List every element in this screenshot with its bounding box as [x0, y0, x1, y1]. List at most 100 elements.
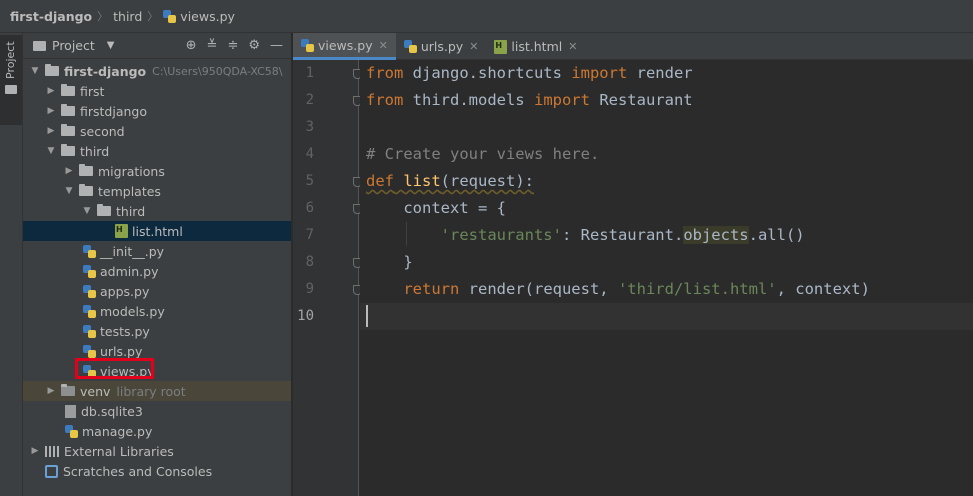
close-icon[interactable]: ✕ — [379, 39, 388, 52]
expanded-arrow-icon[interactable]: ▼ — [81, 206, 93, 216]
python-file-icon — [83, 304, 96, 318]
line-number: 7 — [305, 227, 314, 243]
folder-icon — [5, 85, 17, 94]
python-file-icon — [83, 324, 96, 338]
collapsed-arrow-icon[interactable]: ▶ — [45, 386, 57, 396]
tree-item-firstdjango[interactable]: ▶ firstdjango — [23, 101, 291, 121]
gear-icon[interactable]: ⚙ — [248, 38, 260, 53]
highlighted-identifier: objects — [683, 226, 749, 244]
tree-label: __init__.py — [100, 243, 165, 259]
tree-item-second[interactable]: ▶ second — [23, 121, 291, 141]
expanded-arrow-icon[interactable]: ▼ — [29, 66, 41, 76]
tree-item-list-html[interactable]: list.html — [23, 221, 291, 241]
tree-label: tests.py — [100, 323, 150, 339]
chevron-right-icon: 〉 — [97, 10, 109, 23]
tree-item-first-django[interactable]: ▼ first-django C:\Users\950QDA-XC58\ — [23, 61, 291, 81]
tree-label: templates — [98, 183, 161, 199]
close-icon[interactable]: ✕ — [568, 40, 577, 53]
line-number: 3 — [305, 119, 314, 135]
python-file-icon — [65, 424, 78, 438]
line-number: 10 — [297, 308, 314, 324]
tree-label: manage.py — [82, 423, 153, 439]
tree-item-third[interactable]: ▼ third — [23, 141, 291, 161]
project-tool-tab[interactable]: Project — [0, 35, 22, 125]
line-number: 4 — [305, 146, 314, 162]
tree-item-tests-py[interactable]: tests.py — [23, 321, 291, 341]
breadcrumb-file[interactable]: views.py — [180, 9, 235, 24]
tree-item-views-py[interactable]: views.py — [23, 361, 291, 381]
code-text: (request): — [440, 172, 534, 190]
folder-icon — [61, 124, 75, 136]
project-view-title[interactable]: Project — [52, 38, 95, 53]
tree-label: Scratches and Consoles — [63, 463, 213, 479]
tree-item-apps-py[interactable]: apps.py — [23, 281, 291, 301]
code-line-4: # Create your views here. — [366, 141, 599, 168]
folder-icon — [61, 384, 75, 396]
code-line-5: def list(request): — [366, 168, 534, 195]
python-file-icon — [301, 38, 314, 52]
tree-item-templates-third[interactable]: ▼ third — [23, 201, 291, 221]
code-text: Restaurant — [589, 91, 693, 109]
tree-item-venv[interactable]: ▶ venv library root — [23, 381, 291, 401]
collapsed-arrow-icon[interactable]: ▶ — [45, 106, 57, 116]
function-name: list — [403, 172, 441, 190]
folder-icon — [79, 184, 93, 196]
expand-all-icon[interactable]: ≚ — [207, 38, 218, 53]
tree-item-scratches[interactable]: Scratches and Consoles — [23, 461, 291, 481]
code-line-6: context = { — [366, 195, 506, 222]
breadcrumb-project[interactable]: first-django — [10, 9, 92, 24]
python-file-icon — [83, 344, 96, 358]
tree-item-admin-py[interactable]: admin.py — [23, 261, 291, 281]
chevron-down-icon[interactable]: ▼ — [107, 40, 115, 51]
breadcrumb-folder[interactable]: third — [113, 9, 142, 24]
tab-list-html[interactable]: list.html ✕ — [486, 33, 585, 60]
folder-icon — [61, 84, 75, 96]
tree-item-db[interactable]: db.sqlite3 — [23, 401, 291, 421]
html-file-icon — [115, 224, 128, 238]
code-line-8: } — [366, 249, 412, 276]
scratches-icon — [45, 464, 58, 478]
tree-label: third — [116, 203, 146, 219]
tab-views-py[interactable]: views.py ✕ — [293, 33, 396, 60]
tree-item-urls-py[interactable]: urls.py — [23, 341, 291, 361]
tree-item-models-py[interactable]: models.py — [23, 301, 291, 321]
tab-urls-py[interactable]: urls.py ✕ — [396, 33, 487, 60]
expanded-arrow-icon[interactable]: ▼ — [45, 146, 57, 156]
editor-tabs: views.py ✕ urls.py ✕ list.html ✕ — [293, 33, 973, 60]
project-panel: Project ▼ ⊕ ≚ ≑ ⚙ — ▼ first-django C:\Us… — [23, 33, 292, 496]
keyword: import — [533, 91, 590, 109]
tree-item-first[interactable]: ▶ first — [23, 81, 291, 101]
line-number-gutter[interactable]: 1 2 3 4 5 6 7 8 9 10 — [293, 60, 362, 496]
collapse-all-icon[interactable]: ≑ — [227, 38, 238, 53]
tree-label: first — [80, 83, 105, 99]
tree-label: External Libraries — [64, 443, 174, 459]
collapsed-arrow-icon[interactable]: ▶ — [45, 126, 57, 136]
tree-item-migrations[interactable]: ▶ migrations — [23, 161, 291, 181]
locate-icon[interactable]: ⊕ — [186, 38, 197, 53]
project-panel-header: Project ▼ ⊕ ≚ ≑ ⚙ — — [23, 33, 291, 59]
libraries-icon — [45, 445, 59, 457]
tree-item-templates[interactable]: ▼ templates — [23, 181, 291, 201]
code-text: django.shortcuts — [403, 64, 572, 82]
code-text: render(request, — [459, 280, 618, 298]
collapsed-arrow-icon[interactable]: ▶ — [63, 166, 75, 176]
expanded-arrow-icon[interactable]: ▼ — [63, 186, 75, 196]
tree-label: apps.py — [100, 283, 150, 299]
collapsed-arrow-icon[interactable]: ▶ — [29, 446, 41, 456]
python-file-icon — [163, 9, 177, 23]
collapsed-arrow-icon[interactable]: ▶ — [45, 86, 57, 96]
tree-item-external-libraries[interactable]: ▶ External Libraries — [23, 441, 291, 461]
keyword: import — [571, 64, 628, 82]
minimize-icon[interactable]: — — [270, 38, 283, 53]
code-line-9: return render(request, 'third/list.html'… — [366, 276, 870, 303]
tree-item-manage-py[interactable]: manage.py — [23, 421, 291, 441]
tree-label: models.py — [100, 303, 165, 319]
close-icon[interactable]: ✕ — [469, 40, 478, 53]
code-text: , context) — [776, 280, 870, 298]
keyword: from — [366, 91, 404, 109]
code-editor[interactable]: from django.shortcuts import render from… — [360, 60, 973, 496]
line-number: 8 — [305, 254, 314, 270]
tree-item-init-py[interactable]: __init__.py — [23, 241, 291, 261]
